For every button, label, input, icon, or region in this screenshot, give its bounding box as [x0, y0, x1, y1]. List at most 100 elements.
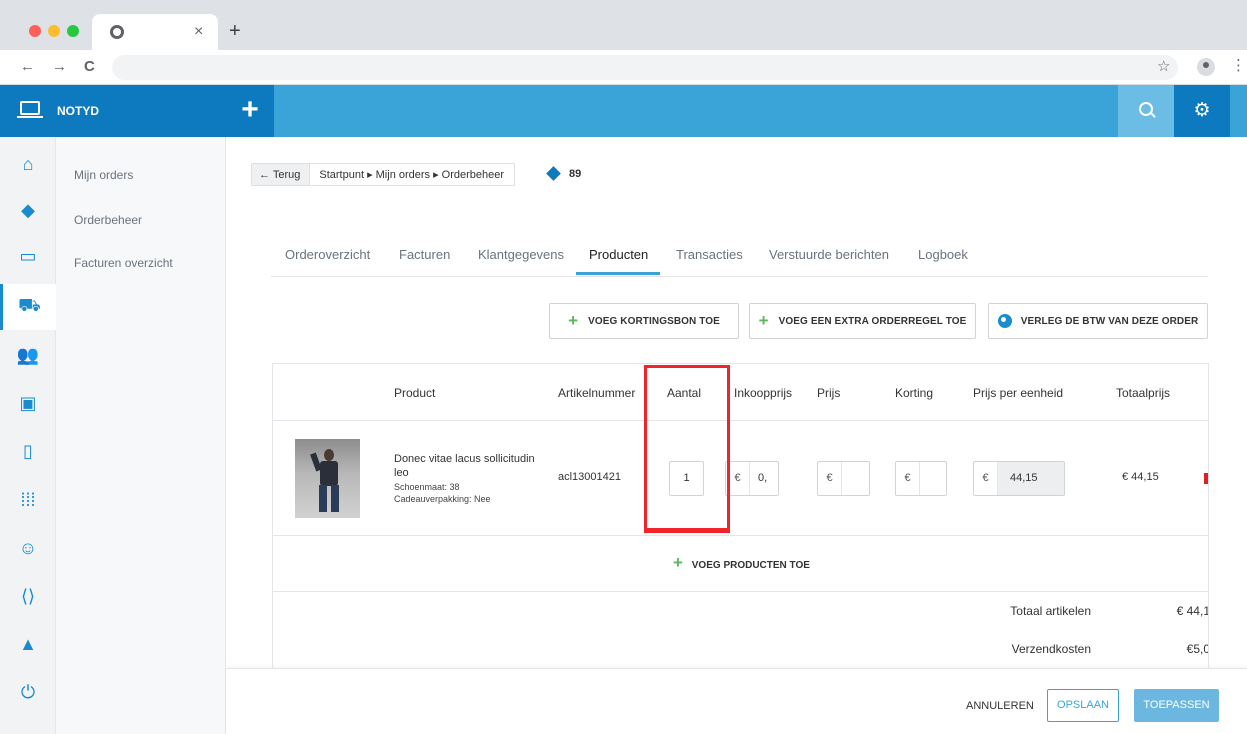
graduation-icon[interactable]: ▲ — [0, 621, 56, 667]
tab-orderoverzicht[interactable]: Orderoverzicht — [285, 247, 370, 262]
clipboard-icon[interactable]: ▯ — [0, 428, 56, 474]
add-coupon-button[interactable]: + VOEG KORTINGSBON TOE — [549, 303, 739, 339]
shift-vat-button[interactable]: VERLEG DE BTW VAN DEZE ORDER — [988, 303, 1208, 339]
header-product: Product — [394, 386, 436, 400]
price-value — [842, 462, 850, 495]
summary-label-shipping: Verzendkosten — [1011, 642, 1091, 656]
browser-menu-icon[interactable]: ⋮ — [1231, 56, 1246, 74]
forward-arrow-icon[interactable]: → — [52, 58, 67, 75]
tab-facturen[interactable]: Facturen — [399, 247, 450, 262]
currency-label: € — [726, 462, 750, 495]
add-order-line-button[interactable]: + VOEG EEN EXTRA ORDERREGEL TOE — [749, 303, 976, 339]
profile-avatar-icon[interactable] — [1197, 58, 1215, 76]
reload-icon[interactable]: C — [84, 58, 95, 75]
save-button[interactable]: OPSLAAN — [1047, 689, 1119, 722]
tab-close-icon[interactable]: × — [194, 23, 203, 41]
brand-name: NOTYD — [57, 104, 99, 118]
new-tab-button[interactable]: + — [229, 20, 241, 43]
row-total: € 44,15 — [1122, 471, 1159, 483]
home-icon[interactable]: ⌂ — [0, 141, 56, 187]
tab-verstuurde-berichten[interactable]: Verstuurde berichten — [769, 247, 889, 262]
unit-price-value: 44,15 — [998, 462, 1064, 495]
search-icon[interactable] — [1118, 85, 1174, 137]
purchase-price-value: 0, — [758, 472, 768, 484]
row-divider — [273, 591, 1208, 592]
laptop-icon — [17, 101, 43, 118]
submenu: Mijn orders Orderbeheer Facturen overzic… — [56, 137, 226, 734]
header-sku: Artikelnummer — [558, 386, 636, 400]
brand[interactable]: NOTYD — [0, 85, 226, 137]
row-divider — [273, 535, 1208, 536]
shift-vat-label: VERLEG DE BTW VAN DEZE ORDER — [1020, 315, 1199, 327]
submenu-item-facturen-overzicht[interactable]: Facturen overzicht — [74, 256, 173, 270]
breadcrumb-path[interactable]: Startpunt ▸ Mijn orders ▸ Orderbeheer — [310, 168, 514, 181]
address-bar[interactable] — [112, 55, 1178, 80]
currency-label: € — [974, 462, 998, 495]
minimize-window-button[interactable] — [48, 25, 60, 37]
submenu-item-orderbeheer[interactable]: Orderbeheer — [74, 213, 142, 227]
summary-label-items: Totaal artikelen — [1010, 604, 1091, 618]
header-total: Totaalprijs — [1116, 386, 1171, 400]
quantity-input[interactable]: 1 — [669, 461, 704, 496]
delete-icon[interactable] — [1204, 473, 1208, 484]
product-image[interactable] — [295, 439, 360, 518]
summary-value-items: € 44,1 — [1176, 604, 1209, 618]
users-icon[interactable]: 👥 — [0, 332, 56, 378]
plus-icon: + — [758, 311, 769, 330]
product-shoe-size: Schoenmaat: 38 — [394, 482, 460, 492]
apply-button[interactable]: TOEPASSEN — [1134, 689, 1219, 722]
maximize-window-button[interactable] — [67, 25, 79, 37]
close-window-button[interactable] — [29, 25, 41, 37]
currency-label: € — [896, 462, 920, 495]
browser-toolbar: ← → C ☆ ⋮ — [0, 50, 1247, 85]
header-discount: Korting — [895, 386, 934, 400]
laptop-icon[interactable]: ▭ — [0, 233, 56, 279]
order-count-value: 89 — [569, 167, 582, 180]
price-input[interactable]: € — [817, 461, 870, 496]
breadcrumb: ← Terug Startpunt ▸ Mijn orders ▸ Orderb… — [251, 163, 516, 186]
app-header: NOTYD + ⚙ — [0, 85, 1247, 137]
discount-input[interactable]: € — [895, 461, 947, 496]
add-coupon-label: VOEG KORTINGSBON TOE — [588, 315, 720, 327]
active-tab-indicator — [576, 272, 660, 275]
add-button[interactable]: + — [226, 85, 274, 137]
tab-transacties[interactable]: Transacties — [676, 247, 743, 262]
product-name[interactable]: Donec vitae lacus sollicitudin leo — [394, 452, 542, 480]
tab-logboek[interactable]: Logboek — [918, 247, 968, 262]
back-arrow-icon[interactable]: ← — [20, 58, 35, 75]
summary-value-shipping: €5,0 — [1186, 642, 1209, 656]
order-tabs: Orderoverzicht Facturen Klantgegevens Pr… — [271, 237, 1208, 277]
tab-producten[interactable]: Producten — [589, 247, 648, 262]
cart-icon[interactable]: ⛟ — [0, 284, 56, 330]
power-icon[interactable]: ⏻ — [0, 669, 56, 715]
globe-icon — [997, 314, 1012, 328]
add-products-label: VOEG PRODUCTEN TOE — [691, 560, 810, 571]
header-quantity: Aantal — [667, 386, 702, 400]
layers-icon — [546, 166, 561, 181]
bookmark-star-icon[interactable]: ☆ — [1157, 57, 1170, 75]
products-table: Product Artikelnummer Aantal Inkoopprijs… — [272, 363, 1209, 668]
tab-klantgegevens[interactable]: Klantgegevens — [478, 247, 564, 262]
plus-icon: + — [568, 311, 579, 330]
order-count: 89 — [546, 166, 582, 181]
purchase-price-input[interactable]: € 0, — [725, 461, 779, 496]
favicon-icon — [110, 25, 124, 39]
discount-value — [920, 462, 928, 495]
layers-icon[interactable]: ◆ — [0, 187, 56, 233]
back-button[interactable]: ← Terug — [252, 164, 311, 185]
product-sku: acl13001421 — [558, 471, 622, 483]
header-purchase-price: Inkoopprijs — [734, 386, 793, 400]
grid-icon[interactable]: ⁞⁞⁞ — [0, 477, 56, 523]
add-products-button[interactable]: + VOEG PRODUCTEN TOE — [273, 553, 1208, 573]
add-order-line-label: VOEG EEN EXTRA ORDERREGEL TOE — [778, 315, 967, 327]
submenu-item-mijn-orders[interactable]: Mijn orders — [74, 168, 133, 182]
code-icon[interactable]: ⟨⟩ — [0, 573, 56, 619]
briefcase-icon[interactable]: ▣ — [0, 380, 56, 426]
gear-icon[interactable]: ⚙ — [1174, 85, 1230, 137]
currency-label: € — [818, 462, 842, 495]
header-price: Prijs — [817, 386, 841, 400]
browser-tab[interactable]: × — [92, 14, 218, 50]
cancel-button[interactable]: ANNULEREN — [966, 700, 1034, 712]
product-gift-wrap: Cadeauverpakking: Nee — [394, 494, 491, 504]
smiley-icon[interactable]: ☺ — [0, 525, 56, 571]
